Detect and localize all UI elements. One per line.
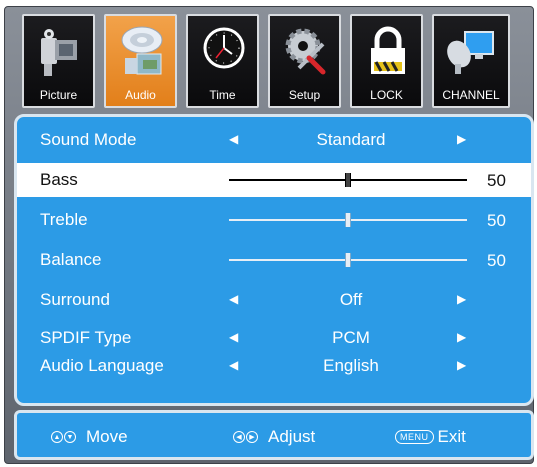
adjust-hint: ◀ ▶ Adjust [233,427,315,447]
footer-hint-bar: ▲ ▼ Move ◀ ▶ Adjust MENU Exit [14,410,534,460]
surround-row[interactable]: Surround ◀ Off ▶ [17,283,531,317]
audio-language-row[interactable]: Audio Language ◀ English ▶ [17,349,531,383]
balance-row[interactable]: Balance 50 [17,243,531,277]
tab-time[interactable]: Time [186,14,259,108]
right-arrow-icon[interactable]: ▶ [457,292,466,306]
menu-tab-bar: Picture Audio Time Setup LOCK CHANNEL [10,10,530,110]
sound-mode-row[interactable]: Sound Mode ◀ Standard ▶ [17,123,531,157]
move-label: Move [86,427,128,446]
bass-slider[interactable] [229,173,467,187]
bass-slider-thumb[interactable] [345,173,351,187]
tab-picture[interactable]: Picture [22,14,95,108]
tab-setup[interactable]: Setup [268,14,341,108]
balance-label: Balance [40,250,102,269]
tab-audio[interactable]: Audio [104,14,177,108]
spdif-type-value: PCM [332,328,370,347]
bass-row[interactable]: Bass 50 [17,163,531,197]
balance-slider-thumb[interactable] [345,253,351,267]
bass-value: 50 [487,171,506,190]
right-arrow-icon[interactable]: ▶ [457,358,466,372]
treble-slider-thumb[interactable] [345,213,351,227]
sound-mode-value: Standard [316,130,386,149]
exit-hint: MENU Exit [395,427,466,447]
speaker-icon [121,26,163,75]
bass-label: Bass [40,170,78,189]
exit-label: Exit [437,427,466,446]
tab-label: Time [209,88,236,102]
lock-icon [371,26,405,74]
gear-tools-icon [285,28,326,75]
tab-lock[interactable]: LOCK [350,14,423,108]
right-arrow-icon[interactable]: ▶ [457,330,466,344]
right-arrow-icon[interactable]: ▶ [457,132,466,146]
tab-label: Audio [125,88,156,102]
adjust-label: Adjust [268,427,316,446]
treble-label: Treble [40,210,88,229]
tab-label: CHANNEL [442,88,500,102]
audio-language-value: English [323,356,379,375]
treble-value: 50 [487,211,506,230]
tab-channel[interactable]: CHANNEL [432,14,510,108]
move-hint: ▲ ▼ Move [51,427,128,447]
tab-label: Setup [288,88,321,102]
audio-language-label: Audio Language [40,356,164,375]
spdif-type-label: SPDIF Type [40,328,132,347]
balance-slider[interactable] [229,253,467,267]
clock-icon [203,27,245,69]
satellite-tv-icon [447,31,494,74]
up-down-arrows-icon: ▲ ▼ [51,431,76,443]
audio-settings-panel: Sound Mode ◀ Standard ▶ Bass 50 Treble 5… [14,114,534,406]
left-right-arrows-icon: ◀ ▶ [233,431,258,443]
tab-label: Picture [39,88,78,102]
camera-icon [41,29,77,76]
treble-slider[interactable] [229,213,467,227]
tab-label: LOCK [370,88,403,102]
surround-label: Surround [40,290,110,309]
balance-value: 50 [487,251,506,270]
treble-row[interactable]: Treble 50 [17,203,531,237]
menu-key-icon: MENU [395,430,434,444]
surround-value: Off [339,290,363,309]
sound-mode-label: Sound Mode [40,130,137,149]
